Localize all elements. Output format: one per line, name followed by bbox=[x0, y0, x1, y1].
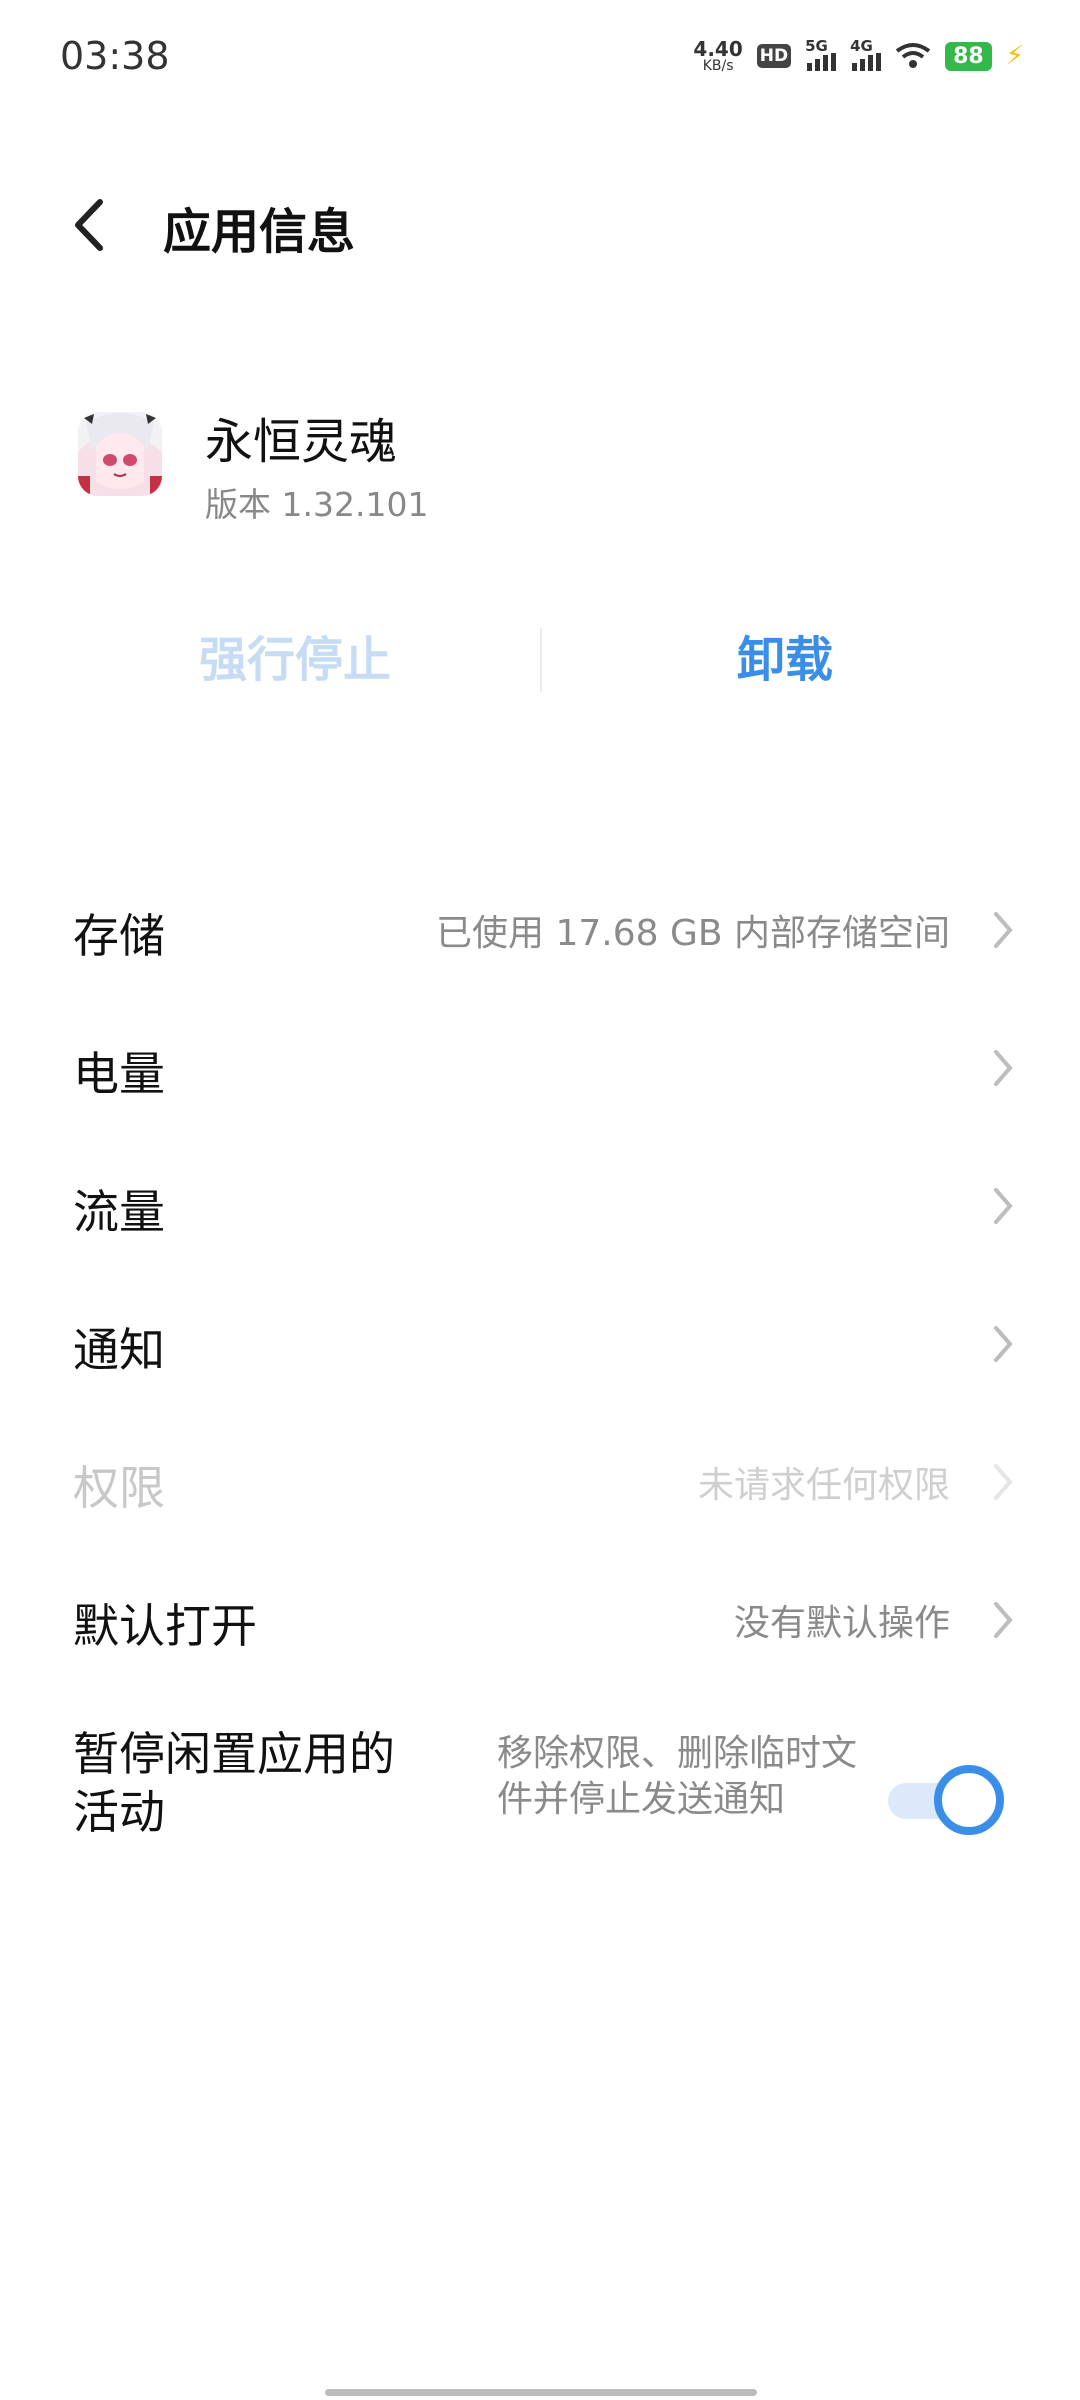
app-version: 版本 1.32.101 bbox=[205, 485, 429, 524]
pause-idle-activity-description: 移除权限、删除临时文件并停止发送通知 bbox=[497, 1733, 858, 1820]
storage-label: 存储 bbox=[73, 909, 165, 963]
page-title: 应用信息 bbox=[163, 204, 356, 260]
hd-voice-icon: HD bbox=[756, 44, 792, 68]
home-indicator[interactable] bbox=[325, 2389, 757, 2396]
open-by-default-row[interactable]: 默认打开 没有默认操作 bbox=[0, 1560, 1080, 1680]
chevron-right-icon bbox=[994, 1602, 1013, 1638]
back-arrow-icon[interactable] bbox=[64, 190, 124, 260]
charging-icon: ⚡ bbox=[1005, 41, 1024, 71]
app-name: 永恒灵魂 bbox=[205, 414, 398, 470]
status-icons: 4.40 KB/s HD 5G 4G 88 ⚡ bbox=[693, 36, 1024, 76]
chevron-right-icon bbox=[994, 1188, 1013, 1224]
permissions-value: 未请求任何权限 bbox=[697, 1465, 950, 1506]
storage-row[interactable]: 存储 已使用 17.68 GB 内部存储空间 bbox=[0, 870, 1080, 990]
signal-4g-icon: 4G bbox=[850, 37, 882, 71]
network-speed: 4.40 KB/s bbox=[693, 39, 742, 73]
pause-idle-activity-label: 暂停闲置应用的活动 bbox=[73, 1727, 395, 1839]
sim1-tag: 5G bbox=[805, 37, 828, 55]
app-icon bbox=[78, 412, 162, 496]
pause-idle-activity-toggle[interactable] bbox=[888, 1765, 1008, 1835]
sim2-tag: 4G bbox=[850, 37, 873, 55]
wifi-icon bbox=[895, 43, 931, 68]
network-speed-unit: KB/s bbox=[702, 58, 734, 74]
chevron-right-icon bbox=[994, 1050, 1013, 1086]
chevron-right-icon bbox=[994, 1464, 1013, 1500]
battery-label: 电量 bbox=[73, 1047, 165, 1101]
app-info-screen: 03:38 4.40 KB/s HD 5G 4G 88 ⚡ 应用信息 永恒灵魂 … bbox=[0, 0, 1080, 2400]
uninstall-button[interactable]: 卸载 bbox=[585, 620, 985, 700]
permissions-row: 权限 未请求任何权限 bbox=[0, 1422, 1080, 1542]
notifications-label: 通知 bbox=[73, 1323, 165, 1377]
data-usage-row[interactable]: 流量 bbox=[0, 1146, 1080, 1266]
battery-icon: 88 bbox=[945, 41, 992, 71]
notifications-row[interactable]: 通知 bbox=[0, 1284, 1080, 1404]
permissions-label: 权限 bbox=[73, 1461, 165, 1515]
data-usage-label: 流量 bbox=[73, 1185, 165, 1239]
network-speed-value: 4.40 bbox=[693, 37, 743, 61]
action-divider bbox=[540, 628, 542, 692]
chevron-right-icon bbox=[994, 912, 1013, 948]
status-time: 03:38 bbox=[60, 34, 170, 78]
open-by-default-value: 没有默认操作 bbox=[733, 1603, 950, 1644]
storage-value: 已使用 17.68 GB 内部存储空间 bbox=[436, 913, 950, 954]
force-stop-button: 强行停止 bbox=[198, 632, 391, 688]
battery-row[interactable]: 电量 bbox=[0, 1008, 1080, 1128]
signal-5g-icon: 5G bbox=[805, 37, 837, 71]
toggle-knob bbox=[934, 1765, 1004, 1835]
chevron-right-icon bbox=[994, 1326, 1013, 1362]
open-by-default-label: 默认打开 bbox=[73, 1599, 257, 1653]
pause-idle-activity-row: 暂停闲置应用的活动 移除权限、删除临时文件并停止发送通知 bbox=[0, 1725, 1080, 1855]
